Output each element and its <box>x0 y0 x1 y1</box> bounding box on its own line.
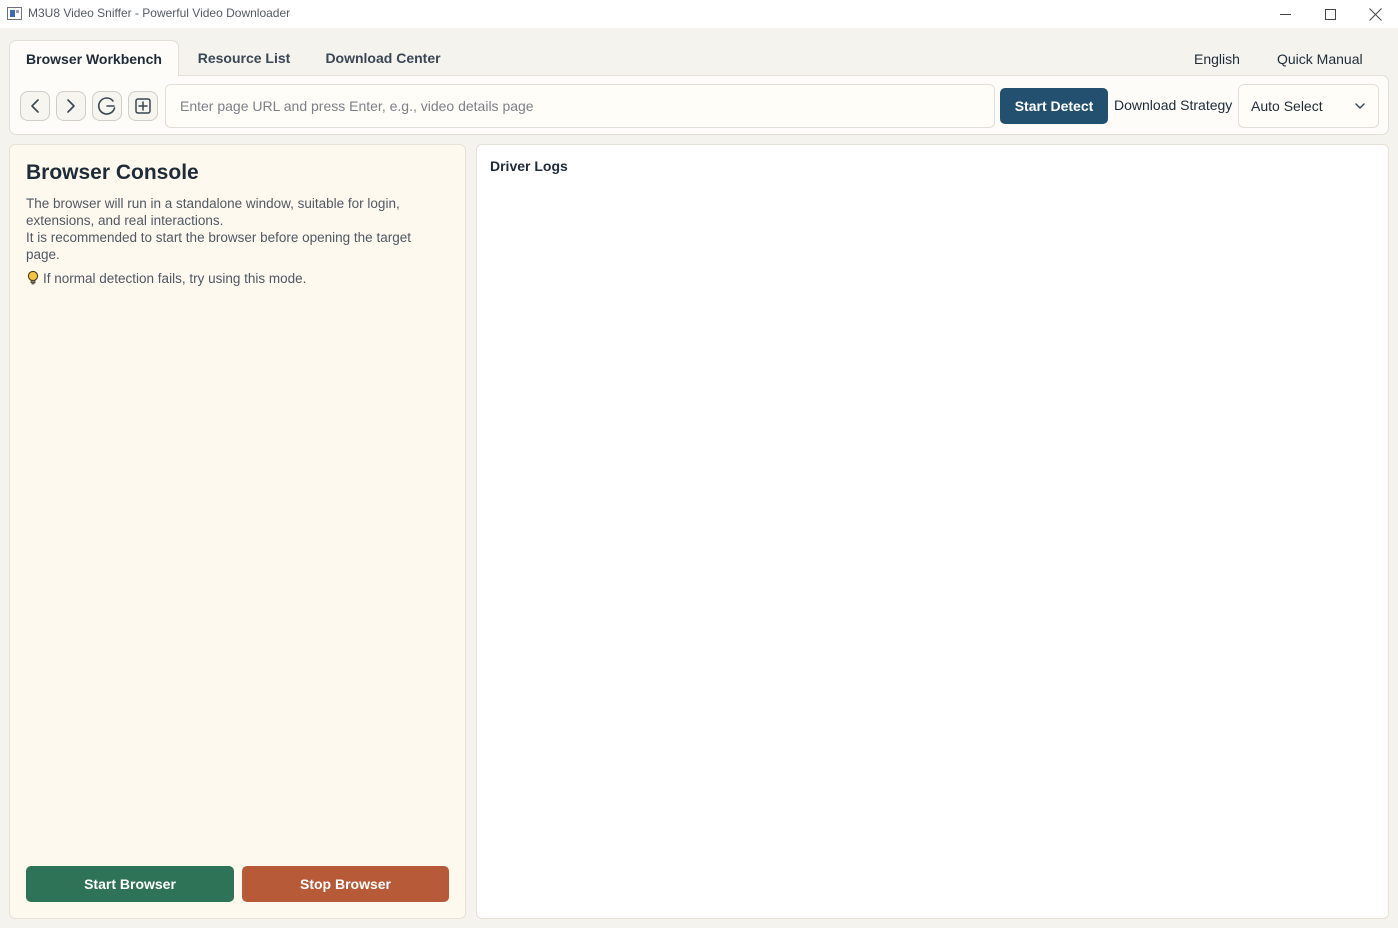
download-strategy-select[interactable]: Auto Select <box>1238 84 1379 128</box>
maximize-button[interactable] <box>1307 0 1353 28</box>
console-desc-line2: It is recommended to start the browser b… <box>26 230 411 262</box>
url-input[interactable] <box>165 84 995 128</box>
app-window-icon <box>7 7 22 20</box>
close-icon <box>1369 8 1382 21</box>
refresh-icon <box>97 97 116 115</box>
back-button[interactable] <box>20 91 50 121</box>
lightbulb-icon <box>27 270 39 285</box>
new-tab-icon <box>135 98 151 114</box>
chevron-down-icon <box>1355 103 1365 109</box>
forward-button[interactable] <box>56 91 86 121</box>
minimize-icon <box>1279 13 1291 15</box>
minimize-button[interactable] <box>1262 0 1308 28</box>
console-tip: If normal detection fails, try using thi… <box>26 270 306 286</box>
start-browser-button[interactable]: Start Browser <box>26 866 234 902</box>
browser-console-panel: Browser Console The browser will run in … <box>9 144 466 919</box>
console-desc-line1: The browser will run in a standalone win… <box>26 196 400 228</box>
strategy-selected-value: Auto Select <box>1251 98 1323 114</box>
quick-manual-link[interactable]: Quick Manual <box>1277 51 1363 67</box>
chevron-left-icon <box>31 99 39 113</box>
window-title: M3U8 Video Sniffer - Powerful Video Down… <box>28 6 291 20</box>
start-detect-button[interactable]: Start Detect <box>1000 88 1108 124</box>
console-tip-text: If normal detection fails, try using thi… <box>43 270 307 286</box>
close-button[interactable] <box>1352 0 1398 28</box>
title-bar: M3U8 Video Sniffer - Powerful Video Down… <box>0 0 1398 28</box>
language-switch[interactable]: English <box>1194 51 1240 67</box>
console-title: Browser Console <box>26 161 199 184</box>
maximize-icon <box>1324 8 1336 20</box>
new-tab-button[interactable] <box>128 91 158 121</box>
refresh-button[interactable] <box>92 91 122 121</box>
tab-download-center[interactable]: Download Center <box>311 40 455 75</box>
download-strategy-label: Download Strategy <box>1114 97 1233 113</box>
tab-resource-list[interactable]: Resource List <box>186 40 302 75</box>
stop-browser-button[interactable]: Stop Browser <box>242 866 449 902</box>
logs-title: Driver Logs <box>490 158 568 174</box>
chevron-right-icon <box>67 99 75 113</box>
driver-logs-panel[interactable]: Driver Logs <box>476 144 1389 919</box>
tab-browser-workbench[interactable]: Browser Workbench <box>9 40 179 76</box>
console-description: The browser will run in a standalone win… <box>26 195 446 263</box>
browser-toolbar: Start Detect Download Strategy Auto Sele… <box>9 75 1389 135</box>
